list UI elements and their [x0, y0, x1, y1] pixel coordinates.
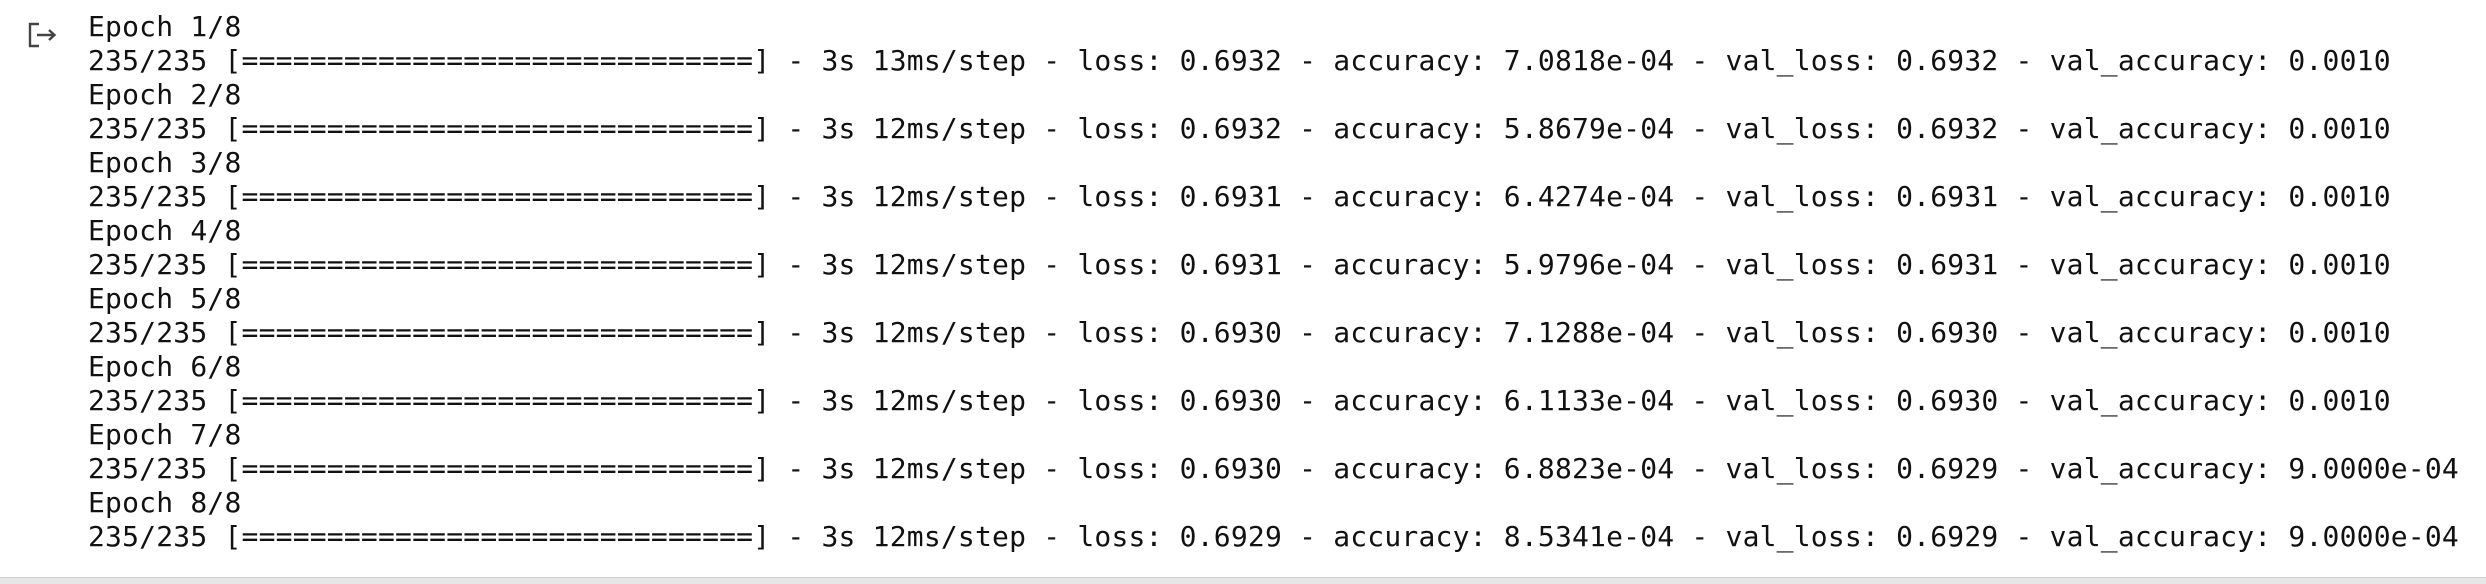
epoch-progress-line: 235/235 [==============================]…: [88, 452, 2459, 485]
epoch-header: Epoch 2/8: [88, 78, 242, 111]
epoch-header: Epoch 7/8: [88, 418, 242, 451]
epoch-progress-line: 235/235 [==============================]…: [88, 112, 2391, 145]
epoch-header: Epoch 5/8: [88, 282, 242, 315]
epoch-header: Epoch 3/8: [88, 146, 242, 179]
epoch-progress-line: 235/235 [==============================]…: [88, 384, 2391, 417]
output-redirect-icon[interactable]: [26, 20, 60, 50]
cell-output-area: Epoch 1/8 235/235 [=====================…: [0, 0, 2486, 578]
training-log: Epoch 1/8 235/235 [=====================…: [88, 10, 2478, 554]
epoch-progress-line: 235/235 [==============================]…: [88, 44, 2391, 77]
epoch-header: Epoch 6/8: [88, 350, 242, 383]
epoch-header: Epoch 1/8: [88, 10, 242, 43]
epoch-progress-line: 235/235 [==============================]…: [88, 180, 2391, 213]
scroll-edge-divider: [0, 577, 2486, 584]
epoch-progress-line: 235/235 [==============================]…: [88, 248, 2391, 281]
epoch-progress-line: 235/235 [==============================]…: [88, 520, 2459, 553]
epoch-header: Epoch 4/8: [88, 214, 242, 247]
epoch-header: Epoch 8/8: [88, 486, 242, 519]
epoch-progress-line: 235/235 [==============================]…: [88, 316, 2391, 349]
